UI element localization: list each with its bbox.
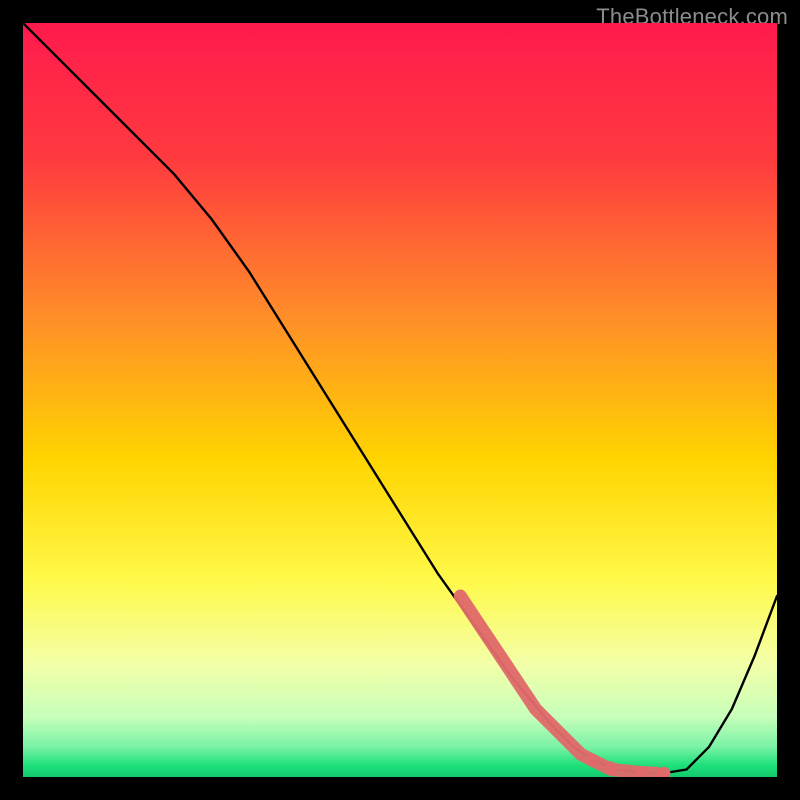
chart-frame: TheBottleneck.com xyxy=(0,0,800,800)
plot-area xyxy=(23,23,777,777)
highlight-dot xyxy=(586,754,599,767)
highlight-dot xyxy=(605,762,618,775)
plot-svg xyxy=(23,23,777,777)
